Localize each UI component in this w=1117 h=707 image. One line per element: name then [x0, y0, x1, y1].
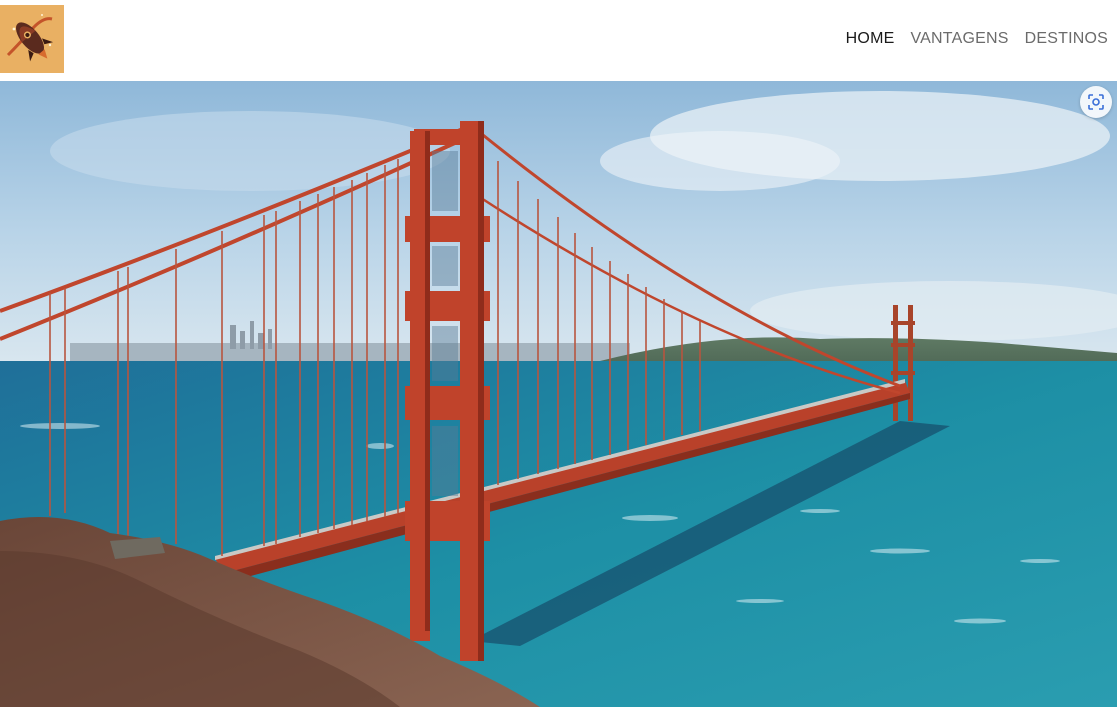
rocket-icon: [0, 5, 64, 73]
logo[interactable]: [0, 5, 64, 73]
site-header: HOME VANTAGENS DESTINOS: [0, 0, 1117, 81]
visual-search-icon: [1088, 94, 1104, 110]
golden-gate-bridge-photo: [0, 81, 1117, 707]
visual-search-button[interactable]: [1080, 86, 1112, 118]
nav-vantagens-link[interactable]: VANTAGENS: [902, 29, 1016, 49]
nav-destinos-link[interactable]: DESTINOS: [1017, 29, 1108, 49]
main-nav: HOME VANTAGENS DESTINOS: [838, 29, 1108, 49]
nav-home-link[interactable]: HOME: [838, 29, 903, 49]
hero-image: [0, 81, 1117, 707]
